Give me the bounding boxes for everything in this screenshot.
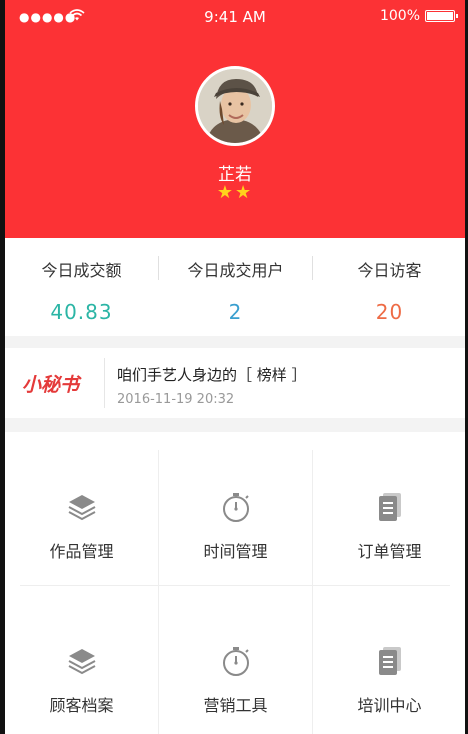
battery-icon <box>425 10 458 22</box>
menu-label: 培训中心 <box>357 696 422 715</box>
menu-label: 时间管理 <box>203 542 268 561</box>
stat-customers[interactable]: 今日成交用户 2 <box>159 238 312 336</box>
stat-label: 今日访客 <box>357 261 422 280</box>
battery-percent: 100% <box>379 8 420 24</box>
rating-stars: ★★ <box>216 182 254 203</box>
notice-date: 2016-11-19 20:32 <box>117 392 235 407</box>
stat-value: 40.83 <box>50 300 113 324</box>
document-icon <box>313 490 465 526</box>
menu-label: 营销工具 <box>203 696 268 715</box>
stat-label: 今日成交用户 <box>187 261 284 280</box>
stat-label: 今日成交额 <box>41 261 122 280</box>
menu-customers[interactable]: 顾客档案 <box>5 606 158 734</box>
stopwatch-icon <box>159 644 312 680</box>
stat-visitors[interactable]: 今日访客 20 <box>313 238 465 336</box>
status-bar: ●●●●● 9:41 AM 100% <box>5 0 465 34</box>
menu-works[interactable]: 作品管理 <box>5 452 158 588</box>
menu-label: 订单管理 <box>357 542 422 561</box>
profile-header: ●●●●● 9:41 AM 100% 芷若 ★★ <box>5 0 465 238</box>
document-icon <box>313 644 465 680</box>
menu-training[interactable]: 培训中心 <box>313 606 465 734</box>
feature-grid: 作品管理 时间管理 订单管理 顾客档案 营销工具 培训中心 <box>5 432 465 734</box>
stat-revenue[interactable]: 今日成交额 40.83 <box>5 238 158 336</box>
stat-value: 2 <box>228 300 243 324</box>
menu-label: 顾客档案 <box>49 696 114 715</box>
menu-label: 作品管理 <box>49 542 114 561</box>
notice-banner[interactable]: 小秘书 咱们手艺人身边的［ 榜样 ］ 2016-11-19 20:32 <box>5 348 465 418</box>
menu-orders[interactable]: 订单管理 <box>313 452 465 588</box>
avatar[interactable] <box>195 66 275 146</box>
notice-divider <box>104 358 105 408</box>
menu-marketing[interactable]: 营销工具 <box>159 606 312 734</box>
stat-value: 20 <box>375 300 404 324</box>
layers-icon <box>5 644 158 680</box>
notice-tag: 小秘书 <box>22 374 80 396</box>
menu-time[interactable]: 时间管理 <box>159 452 312 588</box>
layers-icon <box>5 490 158 526</box>
notice-title: 咱们手艺人身边的［ 榜样 ］ <box>117 366 307 384</box>
battery-status: 100% <box>379 8 458 24</box>
app-screen: ●●●●● 9:41 AM 100% 芷若 ★★ 今日成交额 40.83 今日成… <box>5 0 465 734</box>
daily-stats: 今日成交额 40.83 今日成交用户 2 今日访客 20 <box>5 238 465 336</box>
stopwatch-icon <box>159 490 312 526</box>
